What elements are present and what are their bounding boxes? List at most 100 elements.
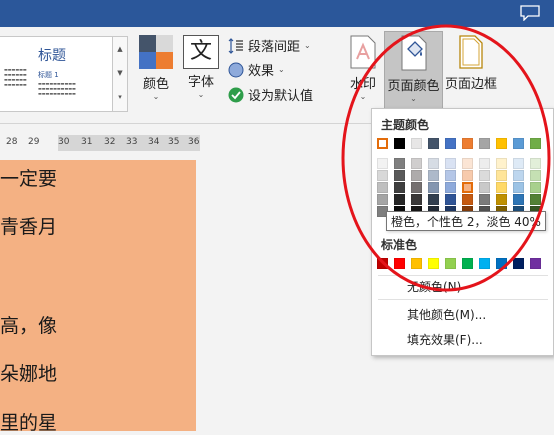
theme-color-swatch[interactable]	[530, 138, 541, 149]
page-color-button[interactable]: 页面颜色 ⌄	[384, 31, 443, 111]
theme-shade-swatch[interactable]	[530, 194, 541, 205]
theme-color-swatch[interactable]	[462, 138, 473, 149]
theme-shade-swatch[interactable]	[411, 194, 422, 205]
more-colors-option[interactable]: 其他颜色(M)...	[407, 306, 486, 323]
theme-shade-swatch[interactable]	[496, 182, 507, 193]
document-page[interactable]: 一定要 青香月 高，像 朵娜地 里的星	[0, 160, 196, 434]
gallery-more-icon[interactable]: ▾	[113, 85, 127, 109]
theme-shade-swatch[interactable]	[462, 194, 473, 205]
theme-shade-swatch[interactable]	[496, 194, 507, 205]
theme-color-swatch[interactable]	[411, 138, 422, 149]
theme-shade-swatch[interactable]	[377, 158, 388, 169]
theme-shade-swatch[interactable]	[394, 170, 405, 181]
theme-shade-swatch[interactable]	[479, 194, 490, 205]
standard-color-swatch[interactable]	[496, 258, 507, 269]
gallery-preview-text-left: ▬▬▬▬▬▬ ▬▬▬▬▬▬ ▬▬▬▬▬▬ ▬▬▬▬▬▬	[4, 67, 27, 87]
theme-shade-swatch[interactable]	[411, 158, 422, 169]
theme-shade-swatch[interactable]	[496, 170, 507, 181]
theme-shade-swatch[interactable]	[513, 182, 524, 193]
theme-shade-swatch[interactable]	[428, 170, 439, 181]
color-palette-icon	[139, 35, 173, 69]
theme-color-swatch[interactable]	[428, 138, 439, 149]
theme-shade-swatch[interactable]	[530, 158, 541, 169]
colors-button[interactable]: 颜色 ⌄	[136, 35, 176, 101]
standard-color-swatch[interactable]	[445, 258, 456, 269]
theme-shade-swatch[interactable]	[479, 158, 490, 169]
ruler-number: 34	[148, 137, 160, 147]
watermark-icon	[350, 35, 376, 69]
theme-shade-swatch[interactable]	[428, 194, 439, 205]
document-text-line: 一定要	[0, 168, 58, 190]
ruler-number: 28	[6, 137, 18, 147]
theme-shade-swatch[interactable]	[394, 194, 405, 205]
chevron-down-icon: ⌄	[152, 92, 160, 101]
standard-color-swatch[interactable]	[428, 258, 439, 269]
theme-color-swatch[interactable]	[445, 138, 456, 149]
theme-shade-swatch[interactable]	[462, 182, 473, 193]
theme-shade-swatch[interactable]	[428, 182, 439, 193]
standard-color-swatch[interactable]	[530, 258, 541, 269]
gallery-up-icon[interactable]: ▲	[113, 37, 127, 61]
comments-icon[interactable]	[520, 5, 540, 21]
theme-shade-swatch[interactable]	[394, 158, 405, 169]
theme-shade-swatch[interactable]	[394, 182, 405, 193]
theme-color-swatch[interactable]	[394, 138, 405, 149]
no-color-option[interactable]: 无颜色(N)	[407, 278, 461, 295]
fonts-label: 字体	[187, 75, 214, 90]
fill-effects-option[interactable]: 填充效果(F)...	[407, 331, 483, 348]
fonts-button[interactable]: 文 字体 ⌄	[182, 35, 220, 99]
theme-shade-swatch[interactable]	[479, 170, 490, 181]
theme-shade-swatch[interactable]	[513, 170, 524, 181]
theme-shade-swatch[interactable]	[513, 194, 524, 205]
theme-color-swatch[interactable]	[377, 138, 388, 149]
effects-button[interactable]: 效果 ⌄	[228, 60, 285, 79]
set-as-default-label: 设为默认值	[248, 89, 314, 104]
theme-shade-swatch[interactable]	[479, 182, 490, 193]
paragraph-spacing-icon	[228, 37, 243, 54]
document-text-line: 高，像	[0, 315, 58, 337]
theme-shade-swatch[interactable]	[377, 170, 388, 181]
menu-divider	[378, 275, 548, 276]
theme-shade-swatch[interactable]	[445, 170, 456, 181]
theme-color-swatch[interactable]	[479, 138, 490, 149]
theme-shade-swatch[interactable]	[513, 158, 524, 169]
ruler-number: 36	[188, 137, 200, 147]
gallery-title-sample: 标题	[38, 48, 66, 64]
theme-shade-swatch[interactable]	[377, 194, 388, 205]
theme-shade-swatch[interactable]	[428, 158, 439, 169]
theme-shade-swatch[interactable]	[377, 182, 388, 193]
theme-colors-heading: 主题颜色	[381, 118, 430, 132]
theme-shade-swatch[interactable]	[462, 170, 473, 181]
set-as-default-button[interactable]: 设为默认值	[228, 85, 313, 104]
gallery-down-icon[interactable]: ▼	[113, 61, 127, 85]
style-set-gallery[interactable]: ▬▬▬▬▬▬ ▬▬▬▬▬▬ ▬▬▬▬▬▬ ▬▬▬▬▬▬ 标题 标题 1 ▬▬▬▬▬▬▬…	[0, 36, 113, 112]
document-text-line: 朵娜地	[0, 363, 58, 385]
standard-color-swatch[interactable]	[411, 258, 422, 269]
paragraph-spacing-button[interactable]: 段落间距 ⌄	[228, 36, 311, 55]
ruler-number: 35	[168, 137, 180, 147]
standard-color-swatch[interactable]	[377, 258, 388, 269]
standard-color-swatch[interactable]	[462, 258, 473, 269]
standard-color-swatch[interactable]	[479, 258, 490, 269]
theme-shade-swatch[interactable]	[530, 170, 541, 181]
theme-shade-swatch[interactable]	[530, 182, 541, 193]
fonts-glyph-icon: 文	[183, 35, 219, 69]
theme-shade-swatch[interactable]	[496, 158, 507, 169]
theme-shade-swatch[interactable]	[445, 194, 456, 205]
theme-shade-swatch[interactable]	[411, 170, 422, 181]
horizontal-ruler: 28 29 30 31 32 33 34 35 36	[0, 135, 200, 151]
theme-color-swatch[interactable]	[496, 138, 507, 149]
page-borders-button[interactable]: 页面边框	[443, 35, 499, 92]
theme-shade-swatch[interactable]	[445, 158, 456, 169]
paragraph-spacing-label: 段落间距	[248, 40, 301, 55]
standard-color-swatch[interactable]	[513, 258, 524, 269]
watermark-button[interactable]: 水印 ⌄	[344, 35, 382, 101]
chevron-down-icon: ⌄	[410, 94, 417, 103]
theme-color-swatch[interactable]	[513, 138, 524, 149]
theme-shade-swatch[interactable]	[462, 158, 473, 169]
standard-colors-heading: 标准色	[381, 238, 418, 252]
theme-shade-swatch[interactable]	[411, 182, 422, 193]
standard-color-swatch[interactable]	[394, 258, 405, 269]
colors-label: 颜色	[142, 77, 169, 92]
theme-shade-swatch[interactable]	[445, 182, 456, 193]
